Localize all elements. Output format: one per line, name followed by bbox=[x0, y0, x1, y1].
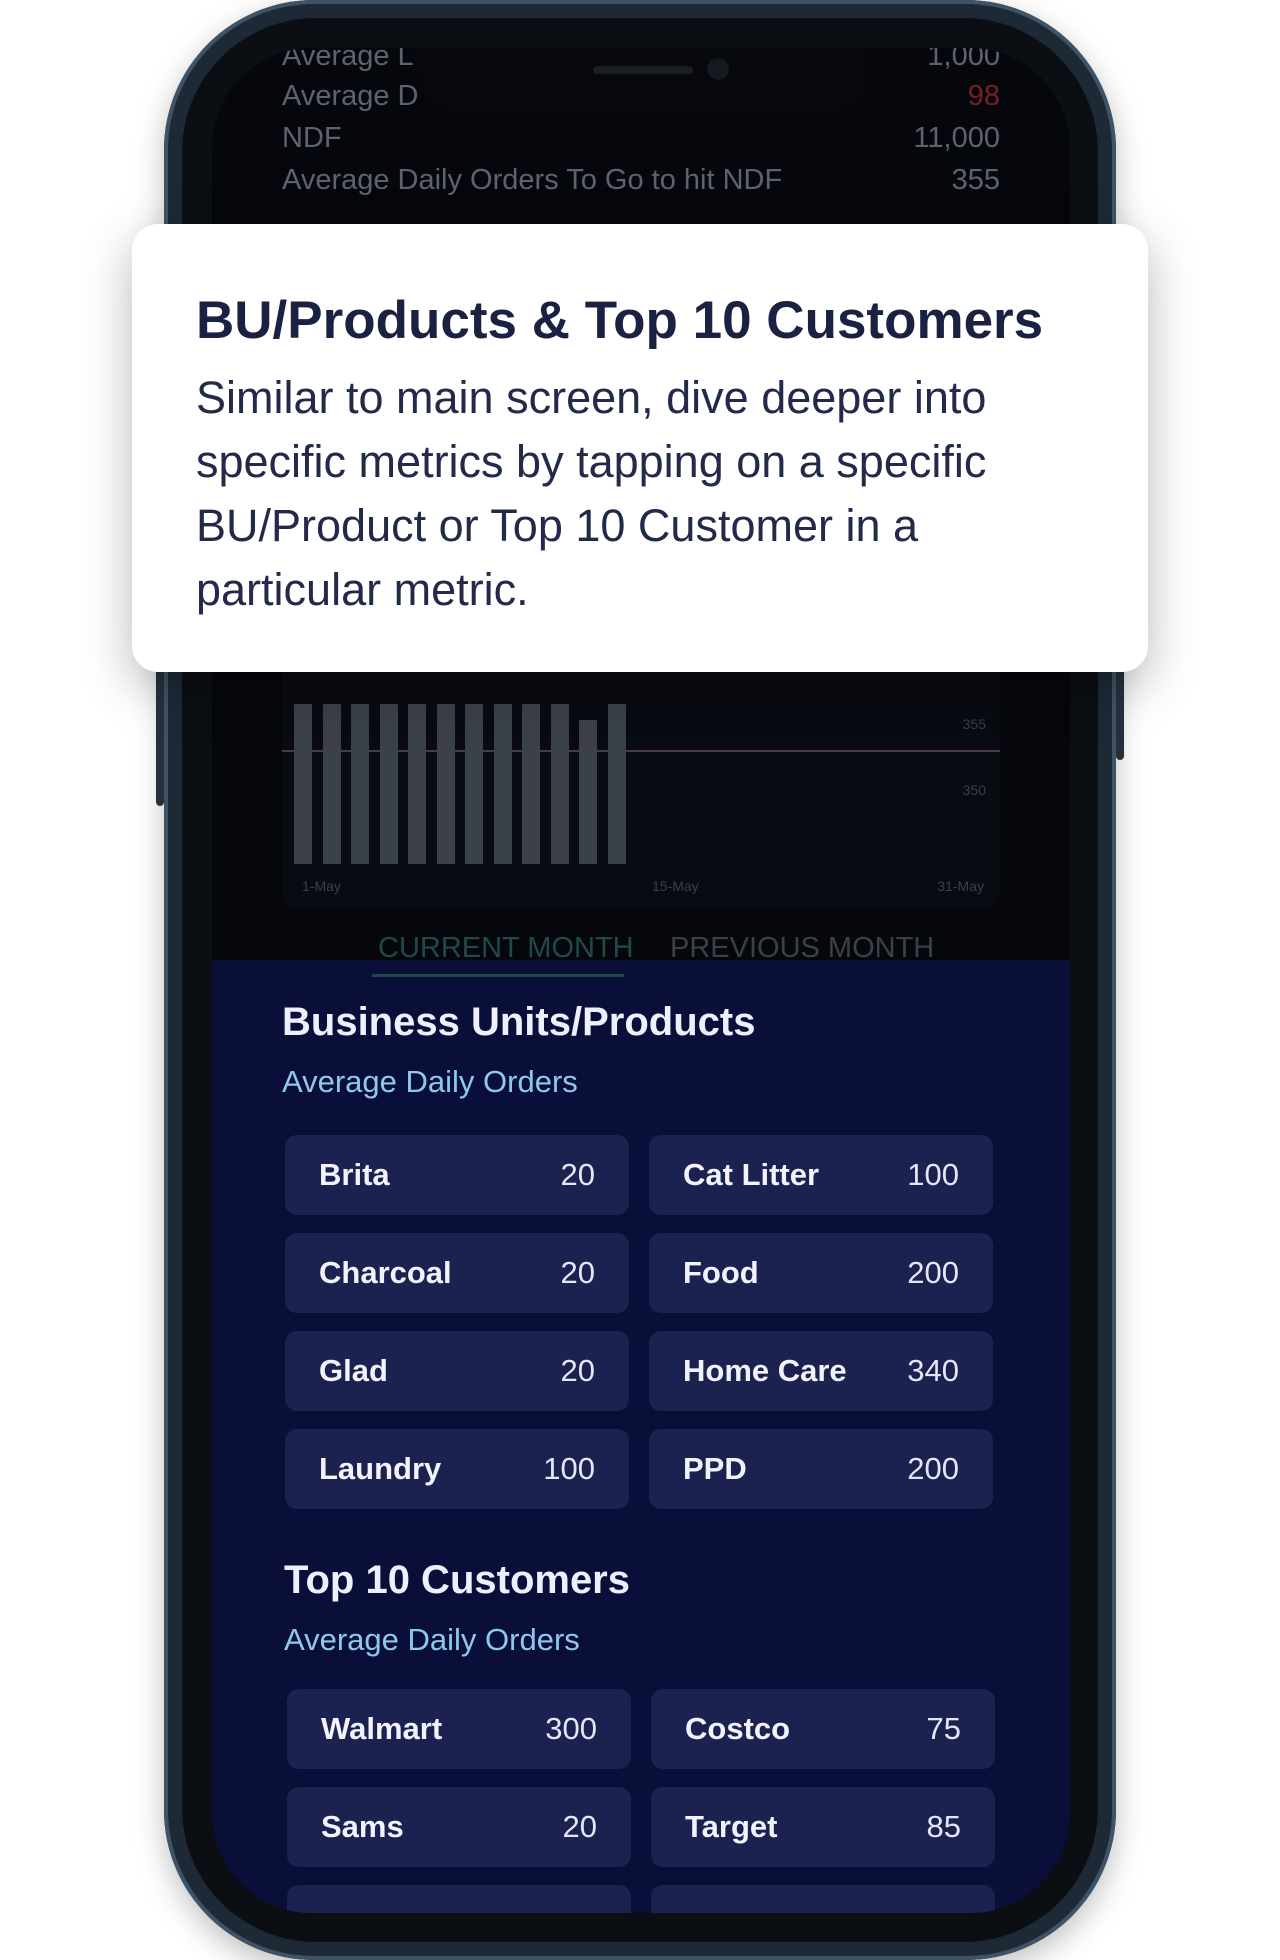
tile-value: 100 bbox=[543, 1451, 595, 1486]
customer-tile-walmart[interactable]: Walmart 300 bbox=[287, 1689, 631, 1769]
tab-current-month[interactable]: CURRENT MONTH bbox=[378, 932, 634, 965]
tile-name: Charcoal bbox=[319, 1255, 452, 1290]
customer-tile-partial[interactable] bbox=[287, 1885, 631, 1913]
active-tab-indicator bbox=[372, 974, 624, 977]
tile-name: Target bbox=[685, 1809, 778, 1844]
speaker-icon bbox=[593, 66, 693, 74]
chart-bar bbox=[379, 704, 398, 864]
tile-name: Laundry bbox=[319, 1451, 442, 1486]
metric-label: Average L bbox=[282, 48, 414, 72]
top-customers-title: Top 10 Customers bbox=[284, 1558, 630, 1602]
y-tick-label: 355 bbox=[962, 716, 986, 732]
top-customers-subtitle: Average Daily Orders bbox=[284, 1622, 580, 1657]
bu-tile-brita[interactable]: Brita 20 bbox=[285, 1135, 629, 1215]
business-units-subtitle: Average Daily Orders bbox=[282, 1064, 578, 1099]
tile-name: Glad bbox=[319, 1353, 388, 1388]
customer-tile-partial[interactable] bbox=[651, 1885, 995, 1913]
bu-tile-cat-litter[interactable]: Cat Litter 100 bbox=[649, 1135, 993, 1215]
chart-bar bbox=[294, 704, 312, 864]
chart-bar bbox=[607, 704, 626, 864]
metric-row: Average Daily Orders To Go to hit NDF 35… bbox=[282, 164, 1000, 204]
bu-tile-laundry[interactable]: Laundry 100 bbox=[285, 1429, 629, 1509]
phone-notch bbox=[417, 48, 869, 112]
daily-orders-chart: 355 350 1-May 15-May 31-May bbox=[282, 658, 1000, 908]
chart-bar bbox=[408, 704, 426, 864]
x-tick-label: 31-May bbox=[937, 878, 984, 894]
chart-bar bbox=[493, 704, 512, 864]
tile-name: PPD bbox=[683, 1451, 747, 1486]
tile-value: 20 bbox=[562, 1809, 597, 1844]
bu-tile-ppd[interactable]: PPD 200 bbox=[649, 1429, 993, 1509]
tile-name: Costco bbox=[685, 1711, 791, 1746]
chart-bar bbox=[550, 704, 569, 864]
metric-label: Average D bbox=[282, 80, 419, 112]
tile-name: Cat Litter bbox=[683, 1157, 820, 1192]
tile-name: Brita bbox=[319, 1157, 390, 1192]
bu-tile-home-care[interactable]: Home Care 340 bbox=[649, 1331, 993, 1411]
metric-value: 98 bbox=[967, 80, 1000, 112]
tile-value: 100 bbox=[907, 1157, 959, 1192]
tile-value: 20 bbox=[560, 1255, 595, 1290]
bu-tile-charcoal[interactable]: Charcoal 20 bbox=[285, 1233, 629, 1313]
tile-name: Food bbox=[683, 1255, 759, 1290]
camera-icon bbox=[707, 58, 729, 80]
x-tick-label: 1-May bbox=[302, 878, 341, 894]
tile-value: 300 bbox=[545, 1711, 597, 1746]
tile-value: 75 bbox=[926, 1711, 961, 1746]
tab-previous-month[interactable]: PREVIOUS MONTH bbox=[670, 932, 934, 965]
chart-bar bbox=[579, 720, 597, 864]
chart-bar bbox=[322, 704, 341, 864]
tile-value: 200 bbox=[907, 1255, 959, 1290]
metric-row: NDF 11,000 bbox=[282, 122, 1000, 162]
tile-value: 20 bbox=[560, 1353, 595, 1388]
tile-value: 200 bbox=[907, 1451, 959, 1486]
chart-bar bbox=[436, 704, 455, 864]
metric-label: Average Daily Orders To Go to hit NDF bbox=[282, 164, 783, 196]
customer-tile-costco[interactable]: Costco 75 bbox=[651, 1689, 995, 1769]
chart-bar bbox=[522, 704, 540, 864]
chart-bar bbox=[465, 704, 483, 864]
chart-bar bbox=[351, 704, 369, 864]
tile-value: 340 bbox=[907, 1353, 959, 1388]
tile-name: Sams bbox=[321, 1809, 404, 1844]
metric-value: 355 bbox=[951, 164, 1000, 196]
customer-tile-sams[interactable]: Sams 20 bbox=[287, 1787, 631, 1867]
y-tick-label: 350 bbox=[962, 782, 986, 798]
bu-tile-glad[interactable]: Glad 20 bbox=[285, 1331, 629, 1411]
bu-tile-food[interactable]: Food 200 bbox=[649, 1233, 993, 1313]
onboarding-tooltip-card: BU/Products & Top 10 Customers Similar t… bbox=[132, 224, 1148, 672]
tile-name: Home Care bbox=[683, 1353, 847, 1388]
x-tick-label: 15-May bbox=[652, 878, 699, 894]
metric-label: NDF bbox=[282, 122, 342, 154]
tile-value: 85 bbox=[926, 1809, 961, 1844]
metric-value: 1,000 bbox=[927, 48, 1000, 72]
metric-value: 11,000 bbox=[913, 122, 1000, 154]
tile-value: 20 bbox=[560, 1157, 595, 1192]
business-units-title: Business Units/Products bbox=[282, 1000, 756, 1044]
customer-tile-target[interactable]: Target 85 bbox=[651, 1787, 995, 1867]
tooltip-body: Similar to main screen, dive deeper into… bbox=[196, 372, 987, 615]
tooltip-title: BU/Products & Top 10 Customers bbox=[196, 291, 1044, 350]
tile-name: Walmart bbox=[321, 1711, 443, 1746]
